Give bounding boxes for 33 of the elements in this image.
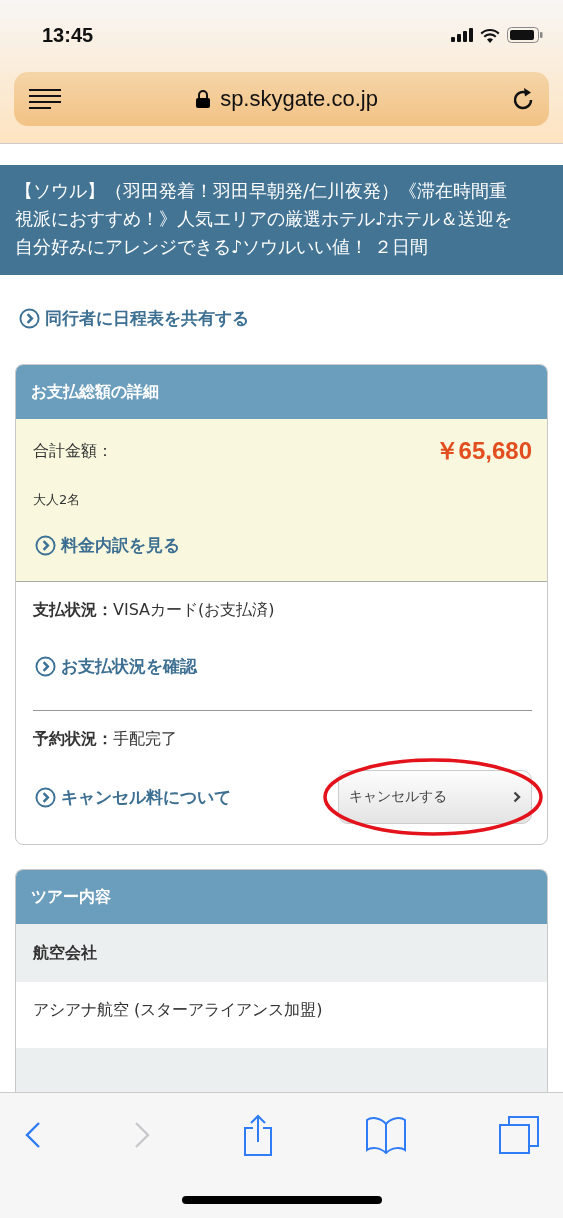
booking-status: 予約状況：手配完了 [33, 729, 177, 750]
payment-status: 支払状況：VISAカード(お支払済) [33, 600, 275, 621]
payment-status-link[interactable]: お支払状況を確認 [35, 655, 197, 678]
back-icon[interactable] [25, 1121, 41, 1149]
lock-icon [196, 90, 211, 108]
signal-icon [451, 28, 473, 42]
chevron-right-icon [513, 791, 521, 803]
cancel-button[interactable]: キャンセルする [338, 770, 532, 824]
reader-icon[interactable] [29, 89, 61, 109]
total-amount: ￥65,680 [434, 436, 532, 466]
url-text: sp.skygate.co.jp [220, 86, 378, 112]
status-time: 13:45 [42, 23, 94, 47]
card-title: ツアー内容 [31, 887, 111, 906]
book-icon[interactable] [366, 1116, 406, 1154]
share-link[interactable]: 同行者に日程表を共有する [19, 307, 249, 330]
table-cell-text: アシアナ航空 (スターアライアンス加盟) [32, 999, 324, 1021]
battery-icon [507, 27, 543, 43]
cancel-fee-link[interactable]: キャンセル料について [35, 785, 231, 809]
total-label: 合計金額： [33, 440, 113, 462]
card-title: お支払総額の詳細 [31, 382, 159, 401]
wifi-icon [480, 27, 500, 43]
tour-title: 【ソウル】（羽田発着！羽田早朝発/仁川夜発）《滞在時間重視派におすすめ！》人気エリアの厳選ホテル♪ホテル＆送迎を自分好みにアレンジできる♪ソウルいい値！ ２日間 [15, 180, 513, 257]
travelers-text: 大人2名 [33, 491, 81, 509]
table-header-cell: 航空会社 [16, 924, 547, 982]
share-icon[interactable] [243, 1114, 273, 1156]
reload-icon[interactable] [513, 87, 535, 111]
chevron-circle-icon [35, 656, 56, 677]
breakdown-link[interactable]: 料金内訳を見る [35, 534, 180, 557]
chevron-circle-icon [35, 535, 56, 556]
address-bar[interactable]: sp.skygate.co.jp [14, 72, 549, 126]
chevron-circle-icon [19, 308, 40, 329]
tabs-icon[interactable] [499, 1116, 539, 1154]
chevron-circle-icon [35, 786, 56, 808]
